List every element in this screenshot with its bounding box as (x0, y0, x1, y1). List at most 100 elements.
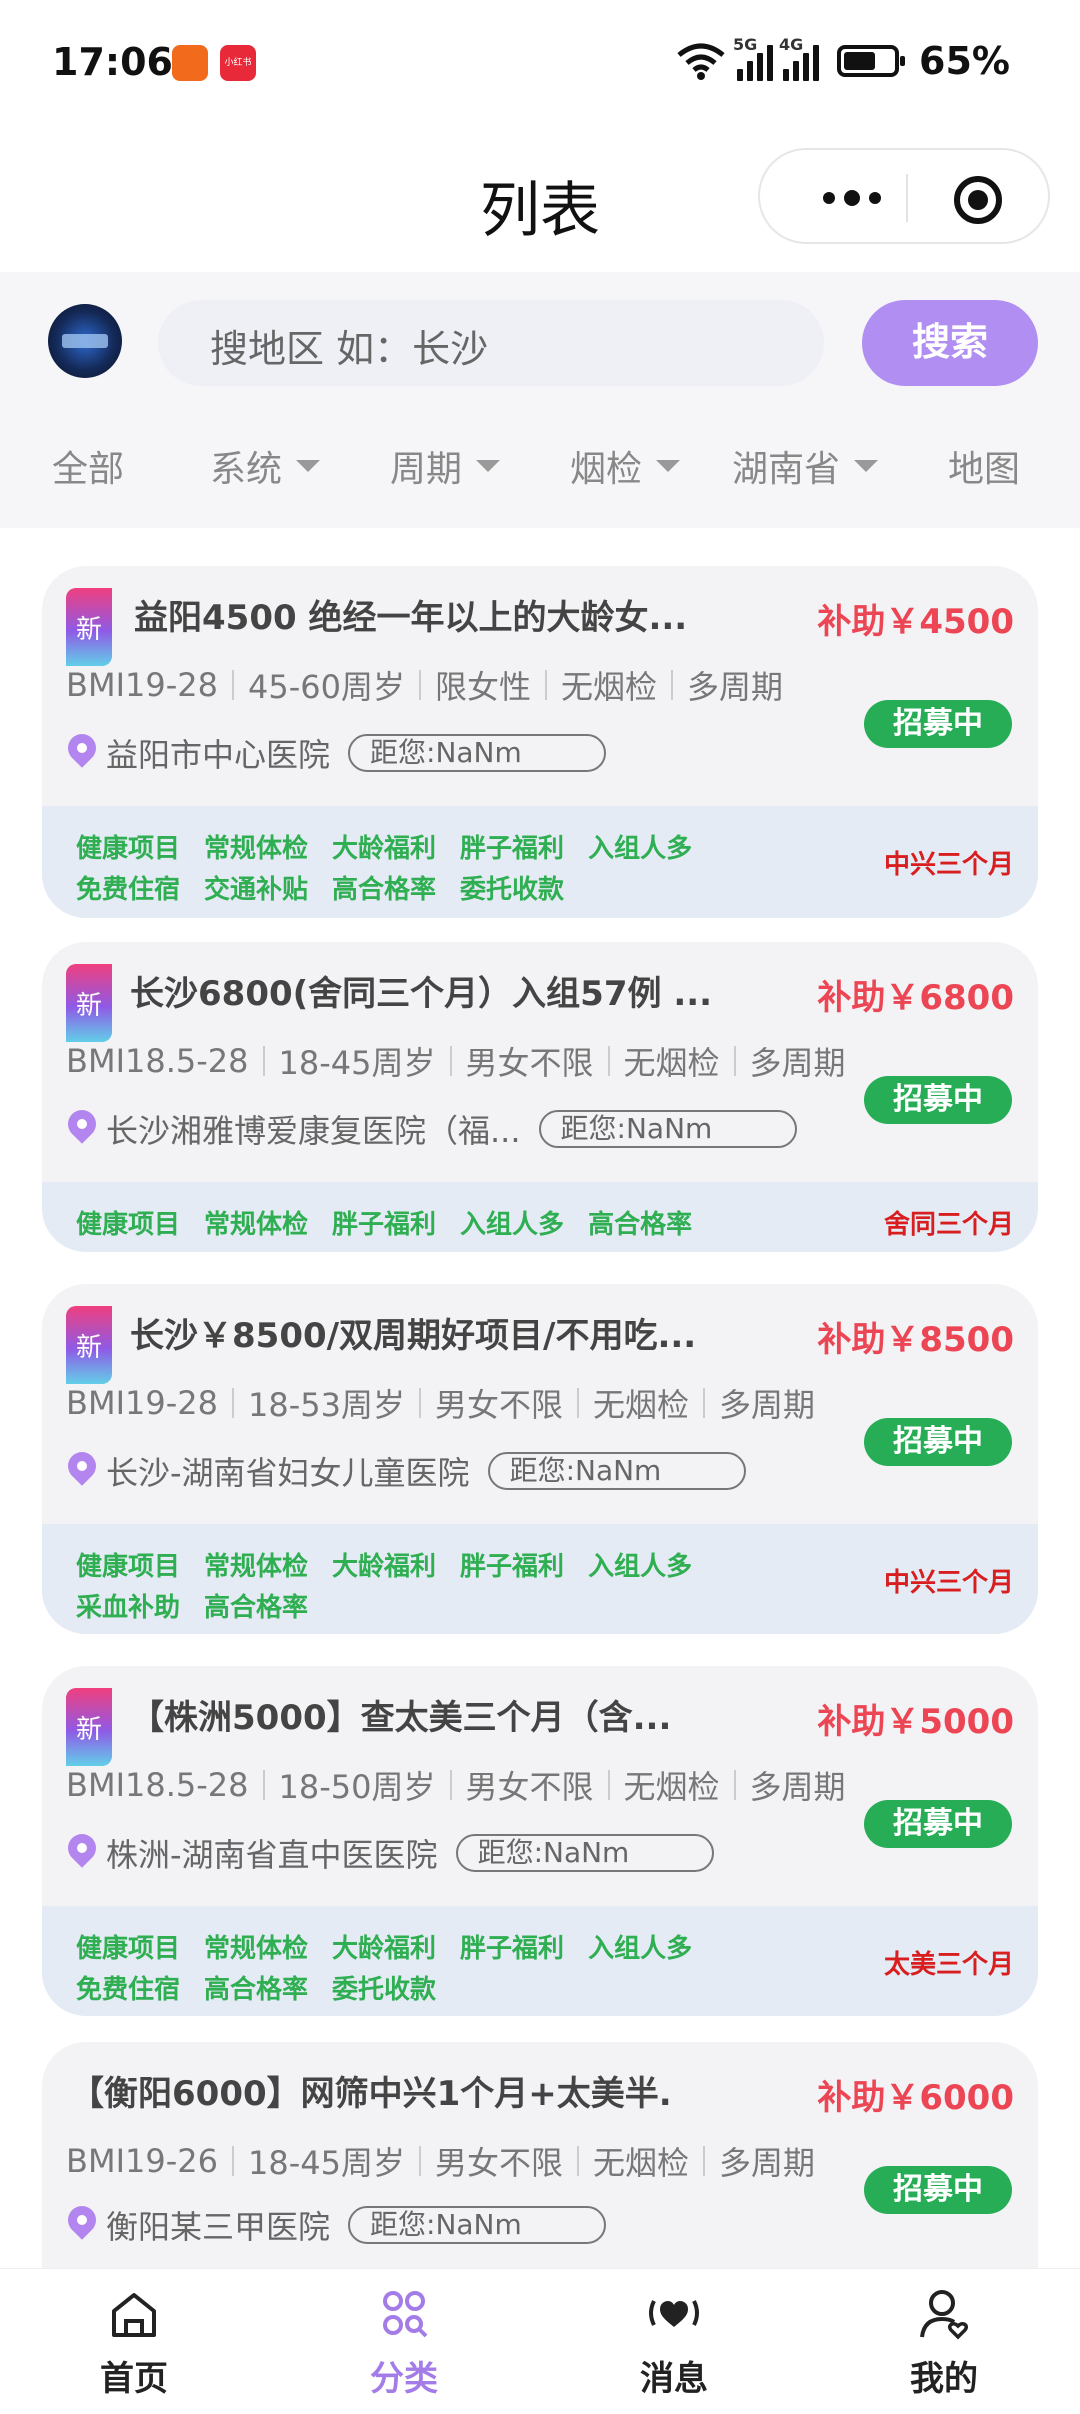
meta-cycle: 多周期 (719, 2144, 816, 2182)
battery-level (844, 52, 876, 70)
location-name: 衡阳某三甲医院 (106, 2208, 331, 2246)
status-bar: 17:06 小红书 5G 4G 65% (0, 0, 1080, 130)
distance-badge: 距您:NaNm (348, 2206, 607, 2244)
meta-cycle: 多周期 (719, 1386, 816, 1424)
status-badge: 招募中 (864, 2166, 1012, 2214)
card-tags: 健康项目 常规体检 胖子福利 入组人多 高合格率 舍同三个月 (42, 1182, 1038, 1252)
tab-profile[interactable]: 我的 (844, 2287, 1044, 2400)
meta-gender: 男女不限 (434, 2144, 563, 2182)
tab-label: 消息 (640, 2359, 708, 2399)
card-location: 益阳市中心医院 距您:NaNm (68, 730, 607, 776)
tag: 胖子福利 (332, 1210, 437, 1240)
more-icon[interactable] (802, 176, 902, 220)
meta-gender: 男女不限 (465, 1768, 594, 1806)
distance-badge: 距您:NaNm (538, 1110, 797, 1148)
location-pin-icon (68, 734, 96, 772)
search-input[interactable]: 搜地区 如：长沙 (158, 300, 824, 386)
filter-tab-all[interactable]: 全部 (52, 440, 124, 492)
bottom-tab-bar: 首页 分类 消息 我的 (0, 2268, 1080, 2414)
tag: 常规体检 (204, 834, 309, 864)
location-pin-icon (68, 1452, 96, 1490)
meta-smoke: 无烟检 (593, 1386, 690, 1424)
location-name: 长沙湘雅博爱康复医院（福... (106, 1112, 521, 1150)
search-button[interactable]: 搜索 (862, 300, 1038, 386)
filter-tab-smoke[interactable]: 烟检 (570, 440, 681, 492)
filter-tab-system[interactable]: 系统 (210, 440, 321, 492)
tab-category[interactable]: 分类 (304, 2287, 504, 2400)
trial-card[interactable]: 新 【株洲5000】查太美三个月（含... 补助￥5000 BMI18.5-28… (42, 1666, 1038, 2016)
new-badge: 新 (66, 964, 112, 1042)
trial-list: 新 益阳4500 绝经一年以上的大龄女... 补助￥4500 BMI19-28 … (0, 528, 1080, 2268)
tag: 高合格率 (588, 1210, 693, 1240)
search-filter-area: 搜地区 如：长沙 搜索 全部 系统 周期 烟检 湖南省 地图 (0, 272, 1080, 528)
tag: 免费住宿 (76, 1975, 181, 2005)
filter-tabs: 全部 系统 周期 烟检 湖南省 地图 (0, 440, 1080, 500)
trial-card[interactable]: 新 长沙6800(舍同三个月）入组57例 ... 补助￥6800 BMI18.5… (42, 942, 1038, 1252)
meta-smoke: 无烟检 (623, 1044, 720, 1082)
trial-card[interactable]: 新 益阳4500 绝经一年以上的大龄女... 补助￥4500 BMI19-28 … (42, 566, 1038, 918)
meta-bmi: BMI18.5-28 (66, 1042, 249, 1080)
filter-tab-province[interactable]: 湖南省 (732, 440, 879, 492)
card-location: 长沙-湖南省妇女儿童医院 距您:NaNm (68, 1448, 746, 1494)
tag: 高合格率 (204, 1975, 309, 2005)
status-right: 5G 4G 65% (675, 35, 1010, 86)
card-meta: BMI18.5-28 18-50周岁 男女不限 无烟检 多周期 (66, 1762, 846, 1808)
tag: 健康项目 (76, 1934, 181, 1964)
trial-card[interactable]: 新 长沙￥8500/双周期好项目/不用吃... 补助￥8500 BMI19-28… (42, 1284, 1038, 1634)
meta-bmi: BMI19-28 (66, 666, 218, 704)
distance-badge: 距您:NaNm (487, 1452, 746, 1490)
tab-label: 分类 (370, 2359, 438, 2399)
tab-messages[interactable]: 消息 (574, 2287, 774, 2400)
tag: 委托收款 (460, 875, 565, 905)
meta-gender: 限女性 (434, 668, 531, 706)
meta-gender: 男女不限 (465, 1044, 594, 1082)
distance-badge: 距您:NaNm (348, 734, 607, 772)
tag: 健康项目 (76, 1210, 181, 1240)
meta-smoke: 无烟检 (593, 2144, 690, 2182)
wifi-icon (677, 43, 725, 80)
card-location: 株洲-湖南省直中医医院 距您:NaNm (68, 1830, 714, 1876)
battery-percent: 65% (919, 39, 1010, 83)
capsule-divider (906, 174, 908, 222)
tag: 胖子福利 (460, 1934, 565, 1964)
status-badge: 招募中 (864, 1418, 1012, 1466)
message-icon (649, 2300, 699, 2327)
filter-tab-label: 地图 (948, 449, 1021, 490)
nav-bar: 列表 (0, 130, 1080, 270)
meta-gender: 男女不限 (434, 1386, 563, 1424)
avatar[interactable] (48, 304, 122, 378)
tab-home[interactable]: 首页 (34, 2287, 234, 2400)
battery-icon (837, 45, 906, 77)
tag: 胖子福利 (460, 834, 565, 864)
card-location: 衡阳某三甲医院 距您:NaNm (68, 2202, 607, 2248)
home-icon (112, 2293, 156, 2337)
trial-card[interactable]: 【衡阳6000】网筛中兴1个月+太美半... 补助￥6000 BMI19-26 … (42, 2042, 1038, 2268)
filter-tab-label: 湖南省 (732, 449, 841, 490)
card-title: 【株洲5000】查太美三个月（含... (130, 1698, 672, 1738)
filter-tab-map[interactable]: 地图 (948, 440, 1020, 492)
new-badge: 新 (66, 1688, 112, 1766)
tab-label: 首页 (100, 2359, 168, 2399)
sponsor-tag: 中兴三个月 (883, 1568, 1014, 1598)
filter-tab-cycle[interactable]: 周期 (390, 440, 501, 492)
location-name: 长沙-湖南省妇女儿童医院 (106, 1454, 470, 1492)
search-placeholder: 搜地区 如：长沙 (210, 327, 489, 371)
tag: 入组人多 (588, 1552, 693, 1582)
signal-4g-label: 4G (779, 35, 804, 54)
status-time: 17:06 (52, 40, 173, 84)
tag: 入组人多 (460, 1210, 565, 1240)
meta-age: 18-50周岁 (278, 1768, 436, 1806)
card-location: 长沙湘雅博爱康复医院（福... 距您:NaNm (68, 1106, 797, 1152)
signal-5g-label: 5G (733, 35, 758, 54)
tag: 入组人多 (588, 1934, 693, 1964)
card-tags: 健康项目 常规体检 大龄福利 胖子福利 入组人多 免费住宿 交通补贴 高合格率 … (42, 806, 1038, 918)
close-target-icon[interactable] (954, 176, 1002, 224)
chevron-down-icon (656, 460, 681, 472)
card-meta: BMI19-28 45-60周岁 限女性 无烟检 多周期 (66, 662, 783, 708)
card-meta: BMI19-26 18-45周岁 男女不限 无烟检 多周期 (66, 2138, 815, 2184)
status-badge: 招募中 (864, 1800, 1012, 1848)
card-subsidy: 补助￥8500 (817, 1320, 1014, 1360)
meta-cycle: 多周期 (687, 668, 784, 706)
location-pin-icon (68, 1110, 96, 1148)
card-subsidy: 补助￥6800 (817, 978, 1014, 1018)
